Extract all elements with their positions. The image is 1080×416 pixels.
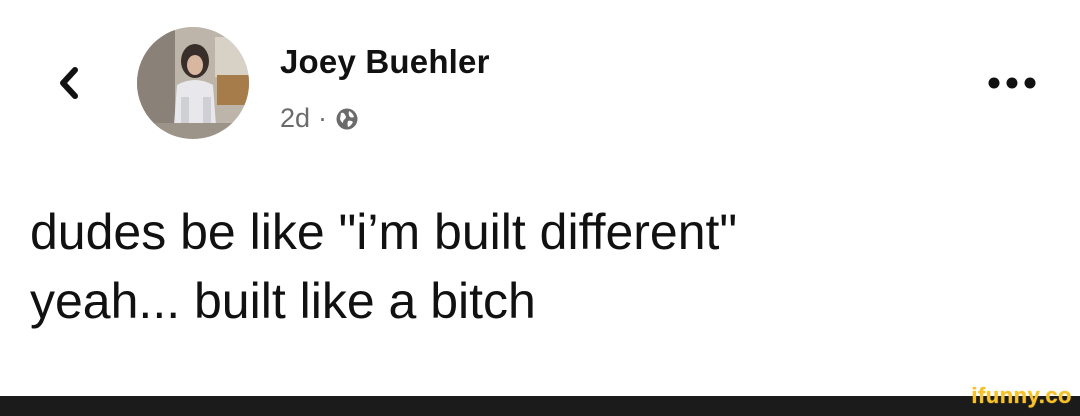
- author-avatar[interactable]: [137, 27, 249, 139]
- author-name[interactable]: Joey Buehler: [280, 43, 490, 81]
- more-options-icon[interactable]: [986, 68, 1038, 98]
- post-card: Joey Buehler 2d · dudes be like "i’m bui…: [0, 0, 1080, 396]
- meta-separator: ·: [318, 103, 328, 133]
- globe-icon: [335, 107, 359, 131]
- post-text-line: yeah... built like a bitch: [30, 273, 536, 329]
- post-meta: 2d ·: [280, 103, 359, 134]
- post-text-line: dudes be like "i’m built different": [30, 204, 738, 260]
- ifunny-watermark: ifunny.co: [971, 383, 1072, 408]
- post-timestamp[interactable]: 2d: [280, 103, 310, 134]
- post-body-text: dudes be like "i’m built different" yeah…: [30, 198, 1060, 336]
- footer-bar: [0, 396, 1080, 416]
- back-chevron-icon[interactable]: [52, 66, 86, 100]
